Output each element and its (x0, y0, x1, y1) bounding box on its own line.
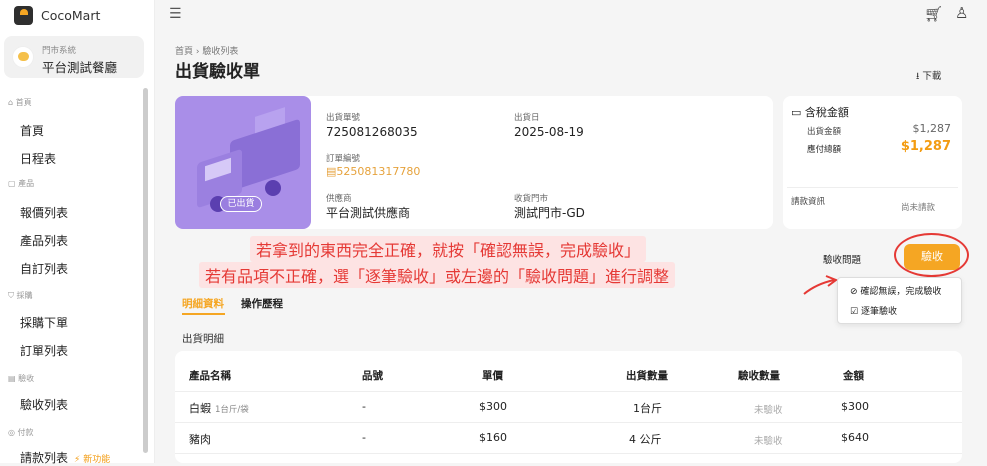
new-feature-badge: ⚡ 新功能 (74, 455, 111, 465)
store-system-label: 門市系統 (42, 46, 77, 56)
annotation-arrow (803, 275, 839, 295)
receiving-store-label: 收貨門市 (514, 194, 549, 204)
app-logo[interactable]: CocoMart (14, 4, 100, 26)
received-qty: 未驗收 (754, 436, 783, 447)
shipment-no-label: 出貨單號 (326, 113, 361, 123)
tab-history[interactable]: 操作歷程 (241, 296, 283, 311)
store-switcher[interactable]: 門市系統 平台測試餐廳 (4, 36, 144, 78)
product-sku: - (362, 431, 366, 444)
app-name: CocoMart (41, 7, 101, 23)
download-button[interactable]: ⭳ 下載 (916, 68, 941, 85)
sidebar-item-product-list[interactable]: 產品列表 (20, 232, 68, 249)
sidebar-item-order-list[interactable]: 訂單列表 (20, 342, 68, 359)
sidebar: CocoMart 門市系統 平台測試餐廳 ⌂ 首頁 首頁 日程表 ▢ 產品 報價… (0, 0, 155, 466)
col-header-amount: 金額 (843, 370, 864, 382)
shipment-no: 725081268035 (326, 125, 418, 139)
product-sku: - (362, 400, 366, 413)
product-name: 豬肉 (189, 433, 211, 446)
col-header-name: 產品名稱 (189, 370, 231, 382)
cocomart-logo-icon (14, 5, 33, 25)
col-header-sku: 品號 (362, 370, 383, 382)
ship-qty: 1台斤 (633, 402, 662, 415)
page-title: 出貨驗收單 (175, 62, 260, 82)
item-by-item-option[interactable]: ☑ 逐筆驗收 (850, 304, 897, 317)
sidebar-scrollbar[interactable] (143, 88, 148, 453)
check-circle-icon: ⊘ (850, 287, 858, 297)
receiving-store: 測試門市-GD (514, 206, 585, 220)
billing-status: 尚未請款 (901, 203, 936, 213)
store-name: 平台測試餐廳 (42, 60, 118, 75)
breadcrumb-home[interactable]: 首頁 (175, 47, 193, 57)
breadcrumb: 首頁 › 驗收列表 (175, 47, 239, 57)
tax-title: ▭ 含稅金額 (791, 106, 849, 119)
status-badge: 已出貨 (220, 196, 262, 212)
active-tab-indicator (182, 313, 225, 315)
billing-label: 請款資訊 (791, 197, 826, 207)
section-title: 出貨明細 (182, 333, 224, 345)
supplier-label: 供應商 (326, 194, 352, 204)
ship-amount-label: 出貨金額 (807, 127, 842, 137)
received-qty: 未驗收 (754, 405, 783, 416)
annotation-highlight-ring (894, 233, 969, 277)
col-header-ship-qty: 出貨數量 (626, 370, 668, 382)
ship-qty: 4 公斤 (629, 433, 662, 446)
sidebar-item-schedule[interactable]: 日程表 (20, 150, 56, 167)
sidebar-item-home[interactable]: 首頁 (20, 122, 44, 139)
order-no-label: 訂單編號 (326, 154, 361, 164)
confirm-all-option[interactable]: ⊘ 確認無誤，完成驗收 (850, 284, 941, 297)
product-name: 白蝦 1台斤/袋 (189, 402, 249, 415)
annotation-line-1: 若拿到的東西完全正確，就按「確認無誤，完成驗收」 (250, 236, 647, 262)
nav-category-home: ⌂ 首頁 (8, 98, 32, 107)
tax-divider (787, 187, 958, 188)
sidebar-item-custom-list[interactable]: 自訂列表 (20, 260, 68, 277)
col-header-price: 單價 (482, 370, 503, 382)
wallet-icon: ▭ (791, 106, 802, 119)
supplier-name: 平台測試供應商 (326, 206, 411, 220)
sidebar-item-payment-list[interactable]: 請款列表 ⚡ 新功能 (20, 449, 110, 466)
annotation-line-2: 若有品項不正確，選「逐筆驗收」或左邊的「驗收問題」進行調整 (199, 262, 676, 288)
accept-dropdown-menu: ⊘ 確認無誤，完成驗收 ☑ 逐筆驗收 (837, 277, 962, 324)
shipment-date-label: 出貨日 (514, 113, 540, 123)
sidebar-item-quote-list[interactable]: 報價列表 (20, 204, 68, 221)
nav-category-product: ▢ 產品 (8, 179, 35, 188)
sidebar-item-receive-list[interactable]: 驗收列表 (20, 396, 68, 413)
document-icon: ▤ (326, 165, 337, 178)
row-amount: $640 (841, 431, 869, 444)
tab-detail[interactable]: 明細資料 (182, 296, 224, 311)
nav-category-payment: ◎ 付款 (8, 428, 34, 437)
payable-total: $1,287 (900, 139, 951, 154)
col-header-received-qty: 驗收數量 (738, 370, 780, 382)
order-no-link[interactable]: ▤525081317780 (326, 165, 420, 178)
menu-collapse-icon[interactable]: ☰ (169, 6, 182, 22)
cart-icon[interactable]: 🛒︎ (924, 5, 943, 23)
top-bar: ☰ 🛒︎ ♙ (155, 0, 987, 30)
nav-category-purchase: ⛉ 採購 (8, 291, 33, 300)
payable-label: 應付總額 (807, 145, 842, 155)
unit-price: $300 (479, 400, 507, 413)
unit-price: $160 (479, 431, 507, 444)
store-avatar (12, 46, 34, 68)
user-icon[interactable]: ♙ (955, 4, 968, 22)
ship-amount: $1,287 (912, 122, 952, 135)
shipment-date: 2025-08-19 (514, 125, 584, 139)
checkbox-icon: ☑ (850, 307, 859, 317)
shipment-detail-table: 產品名稱 品號 單價 出貨數量 驗收數量 金額 白蝦 1台斤/袋 - $300 1… (175, 351, 962, 463)
sidebar-item-purchase-order[interactable]: 採購下單 (20, 314, 68, 331)
row-amount: $300 (841, 400, 869, 413)
nav-category-receive: ▤ 驗收 (8, 374, 35, 383)
acceptance-issue-button[interactable]: 驗收問題 (823, 252, 861, 266)
breadcrumb-current[interactable]: 驗收列表 (202, 47, 238, 57)
download-icon: ⭳ (916, 71, 920, 82)
